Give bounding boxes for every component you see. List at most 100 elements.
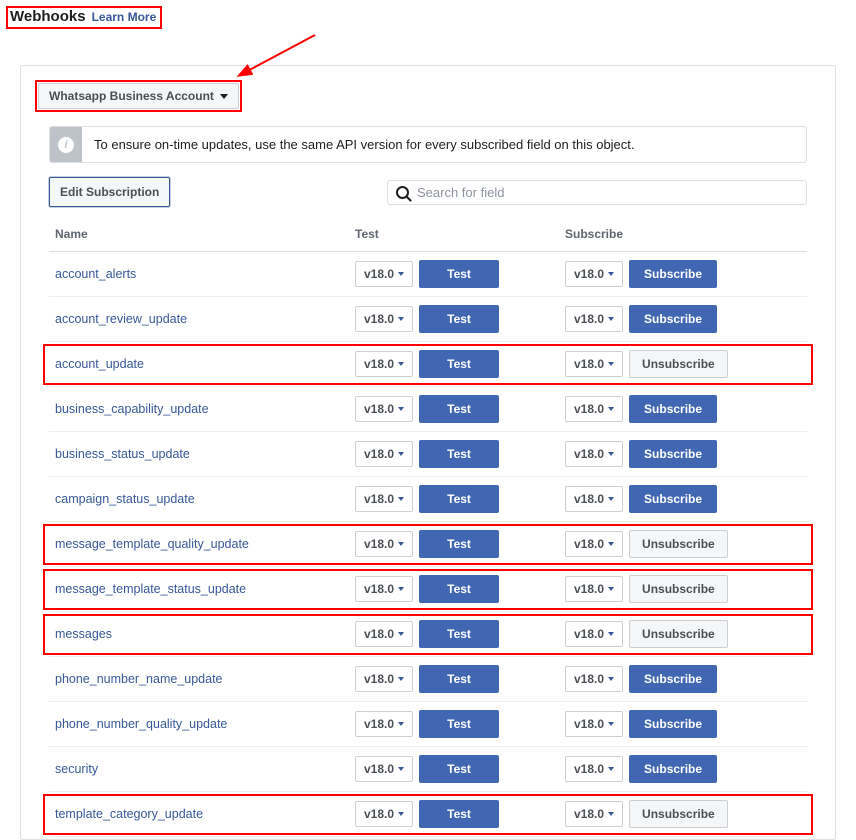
test-version-dropdown[interactable]: v18.0	[355, 261, 413, 287]
field-name: account_update	[55, 357, 355, 371]
field-name: business_status_update	[55, 447, 355, 461]
unsubscribe-button[interactable]: Unsubscribe	[629, 530, 728, 558]
test-button[interactable]: Test	[419, 395, 499, 423]
test-button[interactable]: Test	[419, 575, 499, 603]
subscribe-button[interactable]: Subscribe	[629, 395, 717, 423]
caret-down-icon	[398, 317, 404, 321]
caret-down-icon	[398, 497, 404, 501]
unsubscribe-button[interactable]: Unsubscribe	[629, 620, 728, 648]
test-version-dropdown[interactable]: v18.0	[355, 441, 413, 467]
test-version-dropdown[interactable]: v18.0	[355, 756, 413, 782]
subscribe-version-dropdown[interactable]: v18.0	[565, 621, 623, 647]
test-button[interactable]: Test	[419, 665, 499, 693]
test-button[interactable]: Test	[419, 305, 499, 333]
unsubscribe-button[interactable]: Unsubscribe	[629, 800, 728, 828]
test-button[interactable]: Test	[419, 800, 499, 828]
caret-down-icon	[608, 542, 614, 546]
table-row: account_review_updatev18.0Testv18.0Subsc…	[49, 297, 807, 342]
subscribe-button[interactable]: Subscribe	[629, 485, 717, 513]
field-name: template_category_update	[55, 807, 355, 821]
subscribe-version-dropdown[interactable]: v18.0	[565, 576, 623, 602]
field-name: security	[55, 762, 355, 776]
info-icon: i	[50, 127, 82, 162]
subscribe-button[interactable]: Subscribe	[629, 440, 717, 468]
caret-down-icon	[398, 677, 404, 681]
test-button[interactable]: Test	[419, 350, 499, 378]
field-name: account_alerts	[55, 267, 355, 281]
table-row: business_capability_updatev18.0Testv18.0…	[49, 387, 807, 432]
subscribe-button[interactable]: Subscribe	[629, 260, 717, 288]
subscribe-version-dropdown[interactable]: v18.0	[565, 261, 623, 287]
test-button[interactable]: Test	[419, 710, 499, 738]
caret-down-icon	[398, 722, 404, 726]
test-button[interactable]: Test	[419, 485, 499, 513]
subscribe-version-dropdown[interactable]: v18.0	[565, 666, 623, 692]
test-version-dropdown[interactable]: v18.0	[355, 396, 413, 422]
caret-down-icon	[608, 812, 614, 816]
subscribe-version-dropdown[interactable]: v18.0	[565, 711, 623, 737]
caret-down-icon	[398, 767, 404, 771]
unsubscribe-button[interactable]: Unsubscribe	[629, 350, 728, 378]
subscribe-version-dropdown[interactable]: v18.0	[565, 486, 623, 512]
test-button[interactable]: Test	[419, 620, 499, 648]
table-row: phone_number_quality_updatev18.0Testv18.…	[49, 702, 807, 747]
webhooks-panel: Whatsapp Business Account i To ensure on…	[20, 65, 836, 840]
caret-down-icon	[398, 632, 404, 636]
test-button[interactable]: Test	[419, 440, 499, 468]
field-name: messages	[55, 627, 355, 641]
table-row: phone_number_name_updatev18.0Testv18.0Su…	[49, 657, 807, 702]
test-version-dropdown[interactable]: v18.0	[355, 576, 413, 602]
caret-down-icon	[608, 677, 614, 681]
table-row: securityv18.0Testv18.0Subscribe	[49, 747, 807, 792]
search-input[interactable]	[417, 185, 798, 200]
subscribe-version-dropdown[interactable]: v18.0	[565, 351, 623, 377]
test-version-dropdown[interactable]: v18.0	[355, 351, 413, 377]
page-title: Webhooks	[10, 8, 86, 25]
field-name: message_template_quality_update	[55, 537, 355, 551]
edit-subscription-button[interactable]: Edit Subscription	[49, 177, 170, 207]
test-version-dropdown[interactable]: v18.0	[355, 621, 413, 647]
caret-down-icon	[398, 542, 404, 546]
subscribe-version-dropdown[interactable]: v18.0	[565, 396, 623, 422]
info-text: To ensure on-time updates, use the same …	[82, 127, 647, 162]
field-name: account_review_update	[55, 312, 355, 326]
test-version-dropdown[interactable]: v18.0	[355, 306, 413, 332]
caret-down-icon	[398, 407, 404, 411]
caret-down-icon	[608, 272, 614, 276]
column-header-name: Name	[55, 227, 355, 241]
table-row: account_alertsv18.0Testv18.0Subscribe	[49, 252, 807, 297]
test-version-dropdown[interactable]: v18.0	[355, 801, 413, 827]
test-version-dropdown[interactable]: v18.0	[355, 486, 413, 512]
field-name: message_template_status_update	[55, 582, 355, 596]
subscribe-version-dropdown[interactable]: v18.0	[565, 801, 623, 827]
test-version-dropdown[interactable]: v18.0	[355, 711, 413, 737]
caret-down-icon	[608, 632, 614, 636]
subscribe-version-dropdown[interactable]: v18.0	[565, 441, 623, 467]
subscribe-version-dropdown[interactable]: v18.0	[565, 306, 623, 332]
test-button[interactable]: Test	[419, 260, 499, 288]
subscribe-button[interactable]: Subscribe	[629, 755, 717, 783]
caret-down-icon	[608, 317, 614, 321]
test-version-dropdown[interactable]: v18.0	[355, 531, 413, 557]
caret-down-icon	[608, 722, 614, 726]
field-name: phone_number_name_update	[55, 672, 355, 686]
test-version-dropdown[interactable]: v18.0	[355, 666, 413, 692]
subscribe-button[interactable]: Subscribe	[629, 305, 717, 333]
column-header-subscribe: Subscribe	[565, 227, 801, 241]
test-button[interactable]: Test	[419, 755, 499, 783]
table-row: template_category_updatev18.0Testv18.0Un…	[49, 792, 807, 837]
column-header-test: Test	[355, 227, 565, 241]
info-banner: i To ensure on-time updates, use the sam…	[49, 126, 807, 163]
object-type-label: Whatsapp Business Account	[49, 89, 214, 103]
search-field-wrapper[interactable]	[387, 180, 807, 205]
test-button[interactable]: Test	[419, 530, 499, 558]
unsubscribe-button[interactable]: Unsubscribe	[629, 575, 728, 603]
subscribe-version-dropdown[interactable]: v18.0	[565, 756, 623, 782]
learn-more-link[interactable]: Learn More	[92, 10, 157, 24]
caret-down-icon	[398, 362, 404, 366]
subscribe-button[interactable]: Subscribe	[629, 710, 717, 738]
field-name: campaign_status_update	[55, 492, 355, 506]
object-type-dropdown[interactable]: Whatsapp Business Account	[38, 83, 239, 109]
subscribe-version-dropdown[interactable]: v18.0	[565, 531, 623, 557]
subscribe-button[interactable]: Subscribe	[629, 665, 717, 693]
